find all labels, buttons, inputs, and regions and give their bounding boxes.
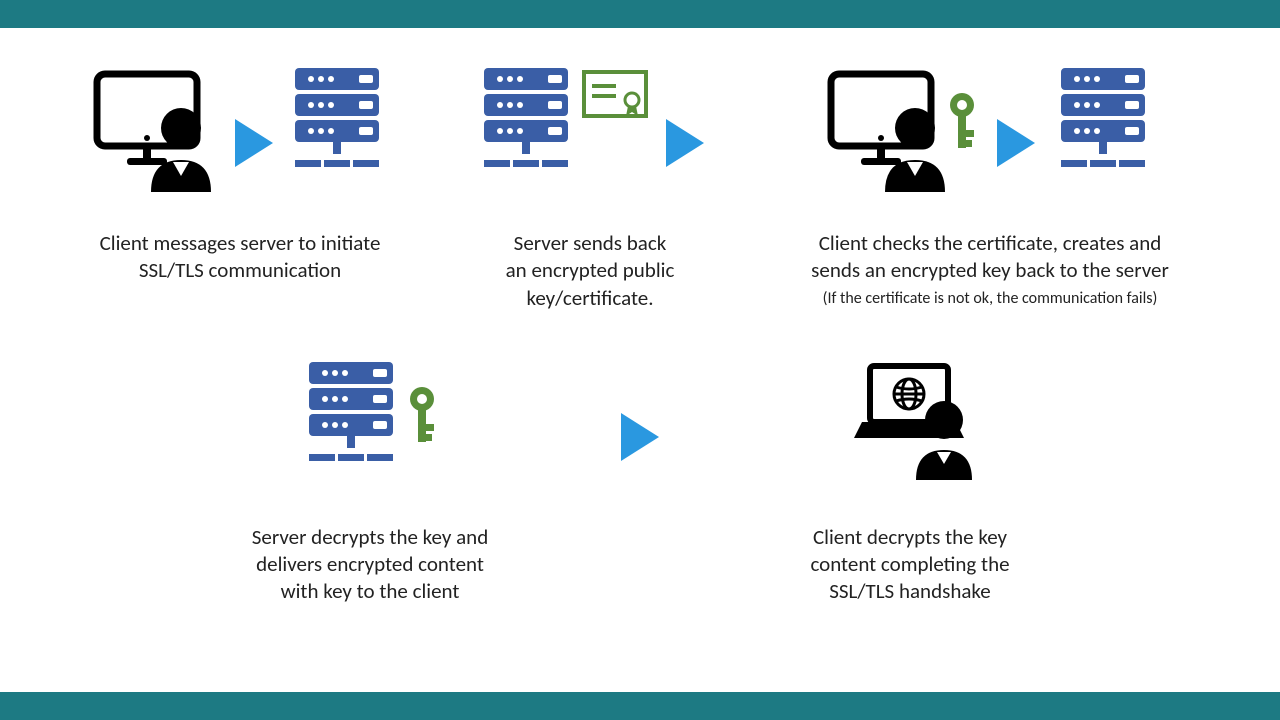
certificate-icon	[582, 70, 648, 120]
step-3-sub: (If the certificate is not ok, the commu…	[823, 289, 1158, 308]
step-2: Server sends backan encrypted publickey/…	[440, 68, 740, 312]
step-3: Client checks the certificate, creates a…	[740, 68, 1240, 308]
step-1-caption: Client messages server to initiateSSL/TL…	[100, 230, 381, 285]
key-icon	[407, 384, 439, 446]
step-3-caption: Client checks the certificate, creates a…	[811, 230, 1169, 285]
server-icon	[301, 362, 401, 467]
step-5: Client decrypts the keycontent completin…	[700, 362, 1120, 606]
client-laptop-icon	[840, 362, 980, 487]
top-bar	[0, 0, 1280, 28]
step-2-caption: Server sends backan encrypted publickey/…	[506, 230, 675, 312]
bottom-bar	[0, 692, 1280, 720]
step-4-caption: Server decrypts the key anddelivers encr…	[252, 524, 488, 606]
server-icon	[1053, 68, 1153, 173]
client-desktop-icon	[93, 68, 221, 198]
server-icon	[287, 68, 387, 173]
arrow-icon	[997, 119, 1035, 167]
arrow-icon	[621, 413, 659, 461]
diagram: Client messages server to initiateSSL/TL…	[0, 28, 1280, 692]
client-desktop-icon	[827, 68, 955, 198]
key-icon	[947, 90, 979, 152]
arrow-icon	[235, 119, 273, 167]
arrow-icon	[666, 119, 704, 167]
server-icon	[476, 68, 576, 173]
step-1: Client messages server to initiateSSL/TL…	[40, 68, 440, 285]
step-4: Server decrypts the key anddelivers encr…	[160, 362, 580, 606]
step-5-caption: Client decrypts the keycontent completin…	[810, 524, 1009, 606]
